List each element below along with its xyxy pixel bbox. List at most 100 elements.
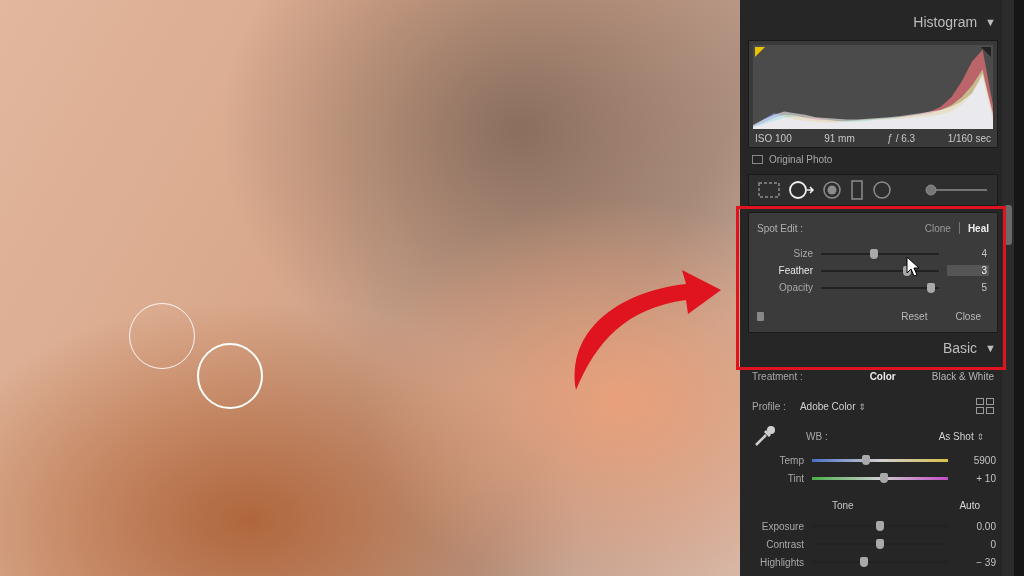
radial-tool-icon[interactable] <box>871 179 893 201</box>
highlight-clip-icon[interactable] <box>981 47 991 57</box>
scrollbar[interactable] <box>1002 0 1014 576</box>
treatment-option[interactable]: Black & White <box>932 371 994 382</box>
tone-header: Tone Auto <box>748 493 998 517</box>
redeye-tool-icon[interactable] <box>821 179 843 201</box>
slider-track[interactable] <box>821 265 939 277</box>
profile-label: Profile : <box>752 401 786 412</box>
exif-item: ISO 100 <box>755 133 792 144</box>
slider-label: Size <box>757 248 813 259</box>
collapse-toggle[interactable]: ▼ <box>985 342 996 354</box>
slider-value[interactable]: 0 <box>956 539 998 550</box>
panel-column: Histogram ▼ ISO 100 91 mm ƒ / 6.3 1/160 sec Or… <box>740 0 1002 576</box>
scrollbar-thumb[interactable] <box>1004 205 1012 245</box>
slider-track[interactable] <box>821 282 939 294</box>
slider-thumb[interactable] <box>876 521 884 531</box>
slider-value[interactable]: 0.00 <box>956 521 998 532</box>
slider-track[interactable] <box>812 520 948 532</box>
annotation-arrow-icon <box>556 262 736 402</box>
track-line <box>821 270 939 272</box>
slider-track[interactable] <box>812 472 948 484</box>
treatment-row: Treatment :ColorBlack & White <box>748 361 998 391</box>
panel-button[interactable]: Close <box>955 311 981 322</box>
basic-header[interactable]: Basic ▼ <box>748 335 998 361</box>
exif-item: ƒ / 6.3 <box>887 133 915 144</box>
brush-tool-icon[interactable] <box>923 179 989 201</box>
track-line <box>812 459 948 462</box>
slider-thumb[interactable] <box>876 539 884 549</box>
treatment-options: Color Black & White <box>870 371 994 382</box>
mode-button[interactable]: Heal <box>968 223 989 234</box>
slider-label: Tint <box>748 473 804 484</box>
tone-label: Tone <box>832 500 854 511</box>
track-line <box>821 253 939 255</box>
mode-separator <box>959 222 960 234</box>
slider-row: Tint + 10 <box>748 469 998 487</box>
profile-browser-icon[interactable] <box>976 398 994 414</box>
lightroom-window: Histogram ▼ ISO 100 91 mm ƒ / 6.3 1/160 sec Or… <box>0 0 1024 576</box>
panel-button[interactable]: Reset <box>901 311 927 322</box>
gradient-tool-icon[interactable] <box>849 179 865 201</box>
panel-edge <box>1014 0 1024 576</box>
exif-item: 91 mm <box>824 133 855 144</box>
photo-canvas[interactable] <box>0 0 740 576</box>
spot-marker[interactable] <box>197 343 263 409</box>
track-line <box>821 287 939 289</box>
profile-row: Profile : Adobe Color ⇕ <box>748 391 998 421</box>
slider-thumb[interactable] <box>880 473 888 483</box>
spot-marker[interactable] <box>129 303 195 369</box>
crop-tool-icon[interactable] <box>757 180 781 200</box>
wb-dropdown[interactable]: As Shot ⇕ <box>939 431 984 442</box>
slider-label: Contrast <box>748 539 804 550</box>
highlight-box <box>736 206 1006 370</box>
slider-value[interactable]: 5 <box>947 282 989 293</box>
eyedropper-icon[interactable] <box>752 423 778 449</box>
slider-track[interactable] <box>812 538 948 550</box>
spot-edit-footer: Reset Close <box>757 304 989 328</box>
slider-track[interactable] <box>821 248 939 260</box>
checkbox[interactable] <box>752 155 763 164</box>
slider-value[interactable]: 3 <box>947 265 989 276</box>
histogram-series <box>753 77 993 129</box>
slider-value[interactable]: − 39 <box>956 557 998 568</box>
slider-thumb[interactable] <box>862 455 870 465</box>
slider-thumb[interactable] <box>870 249 878 259</box>
slider-label: Exposure <box>748 521 804 532</box>
shadow-clip-icon[interactable] <box>755 47 765 57</box>
profile-dropdown[interactable]: Adobe Color ⇕ <box>800 401 866 412</box>
dropdown-caret: ⇕ <box>858 402 866 412</box>
histogram-graph <box>753 45 993 129</box>
basic-title: Basic <box>943 340 977 356</box>
tool-strip <box>748 174 998 206</box>
slider-track[interactable] <box>812 556 948 568</box>
treatment-option[interactable]: Color <box>870 371 896 382</box>
spot-tool-icon[interactable] <box>787 179 815 201</box>
slider-track[interactable] <box>812 454 948 466</box>
spot-edit-header: Spot Edit : Clone Heal <box>757 215 989 241</box>
spot-edit-panel: Spot Edit :CloneHealSize4Feather3Opacity… <box>748 212 998 333</box>
histogram-title: Histogram <box>913 14 977 30</box>
slider-value[interactable]: 4 <box>947 248 989 259</box>
exif-item: 1/160 sec <box>948 133 991 144</box>
mouse-pointer-icon <box>906 256 922 278</box>
original-photo-row[interactable]: Original Photo <box>748 148 998 170</box>
histogram-header[interactable]: Histogram ▼ <box>748 8 998 36</box>
histogram-series <box>753 70 993 129</box>
button-group: Reset Close <box>901 311 989 322</box>
right-panel: Histogram ▼ ISO 100 91 mm ƒ / 6.3 1/160 sec Or… <box>740 0 1024 576</box>
slider-label: Feather <box>757 265 813 276</box>
slider-label: Temp <box>748 455 804 466</box>
histogram-chart <box>753 45 993 129</box>
slider-thumb[interactable] <box>860 557 868 567</box>
panel-switch-icon[interactable] <box>757 312 764 321</box>
mode-button[interactable]: Clone <box>925 223 951 234</box>
slider-value[interactable]: + 10 <box>956 473 998 484</box>
wb-label: WB : <box>806 431 828 442</box>
slider-row: Contrast 0 <box>748 535 998 553</box>
auto-button[interactable]: Auto <box>959 500 994 511</box>
spot-edit-label: Spot Edit : <box>757 223 803 234</box>
collapse-toggle[interactable]: ▼ <box>985 16 996 28</box>
slider-thumb[interactable] <box>927 283 935 293</box>
track-line <box>812 561 948 563</box>
slider-value[interactable]: 5900 <box>956 455 998 466</box>
slider-row: Size 4 <box>757 245 989 262</box>
